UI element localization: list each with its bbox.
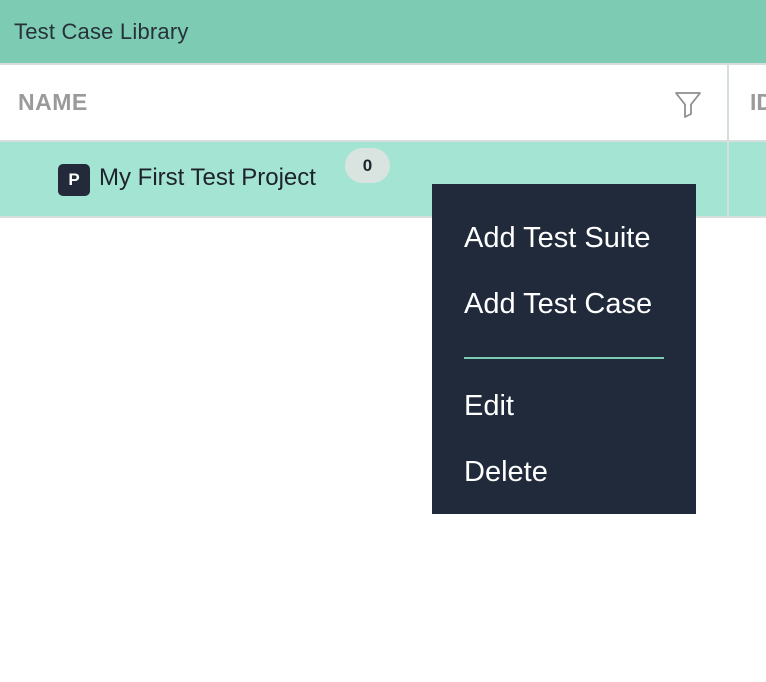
project-name[interactable]: My First Test Project [99, 164, 316, 192]
test-count-badge: 0 [345, 148, 390, 183]
project-type-badge: P [58, 164, 90, 196]
app-header: Test Case Library [0, 0, 766, 63]
column-header-name-label: NAME [18, 89, 88, 115]
filter-icon [675, 92, 701, 118]
filter-button[interactable] [669, 87, 707, 121]
menu-item-edit[interactable]: Edit [464, 377, 696, 443]
column-header-name[interactable]: NAME [0, 65, 729, 140]
grid-header: NAME ID [0, 63, 766, 142]
menu-item-delete[interactable]: Delete [464, 443, 696, 509]
column-header-id-label: ID [750, 89, 766, 115]
menu-item-add-test-suite[interactable]: Add Test Suite [464, 201, 696, 267]
menu-item-add-test-case[interactable]: Add Test Case [464, 267, 696, 333]
column-divider [727, 142, 729, 216]
menu-divider [464, 357, 664, 359]
column-header-id[interactable]: ID [729, 65, 766, 140]
context-menu: Add Test Suite Add Test Case Edit Delete [432, 184, 696, 514]
page-title: Test Case Library [14, 18, 189, 44]
